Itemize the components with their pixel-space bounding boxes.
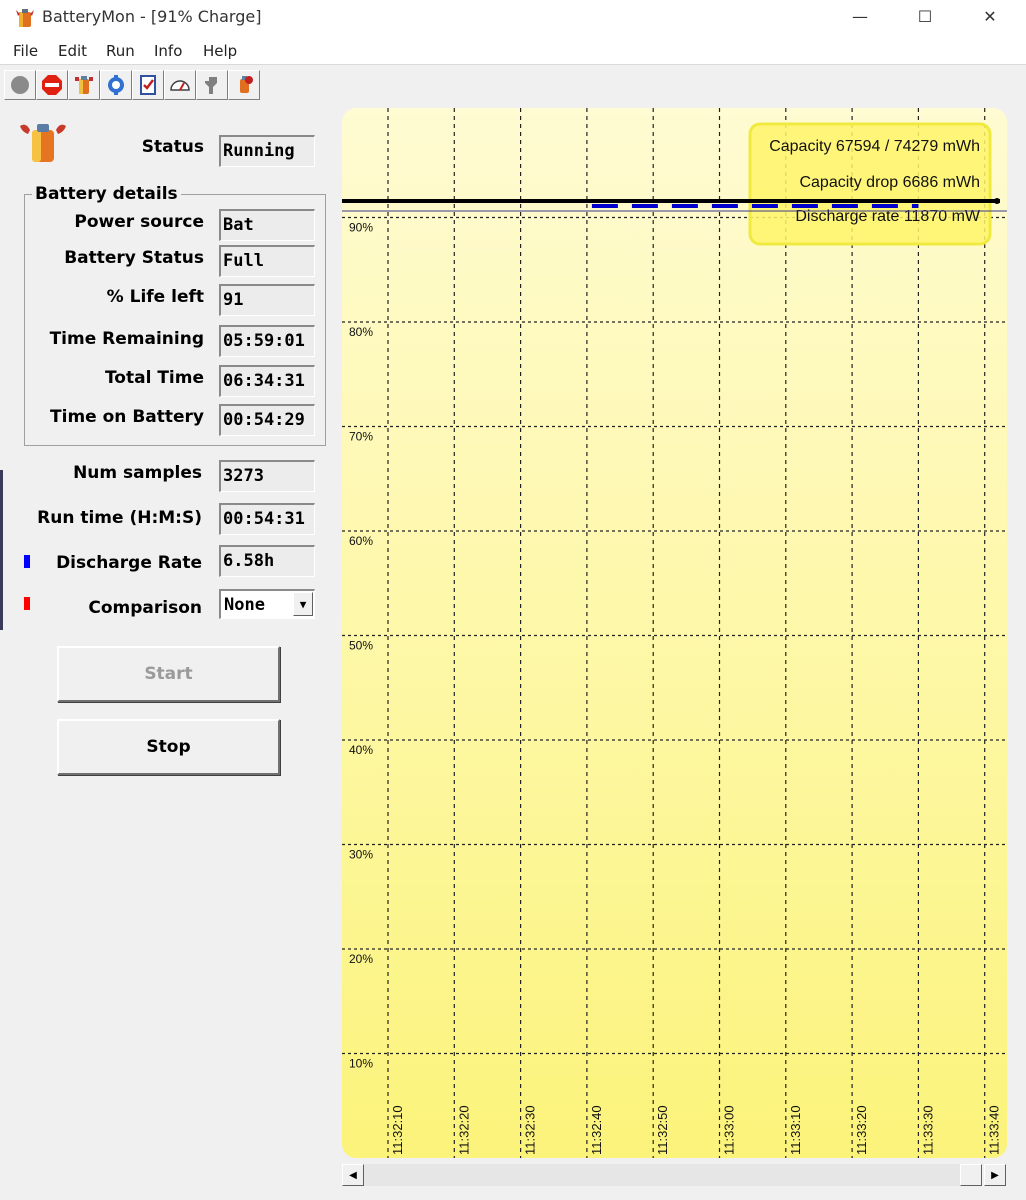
num-samples-value: 3273	[219, 460, 315, 492]
close-icon: ✕	[983, 6, 997, 26]
y-tick-label: 30%	[349, 848, 373, 862]
record-button[interactable]	[4, 70, 36, 100]
comparison-marker	[24, 597, 30, 610]
time-remaining-value: 05:59:01	[219, 325, 315, 357]
chart-annotation: Capacity 67594 / 74279 mWh	[769, 138, 980, 155]
status-label: Status	[141, 137, 204, 157]
x-tick-label: 11:32:50	[655, 1105, 670, 1155]
x-tick-label: 11:33:20	[854, 1105, 869, 1155]
battery-info-button[interactable]	[228, 70, 260, 100]
menu-edit[interactable]: Edit	[58, 42, 87, 60]
battery-button[interactable]	[68, 70, 100, 100]
num-samples-label: Num samples	[73, 463, 202, 483]
gauge-button[interactable]	[164, 70, 196, 100]
life-left-label: % Life left	[106, 287, 204, 307]
x-tick-label: 11:32:20	[456, 1105, 471, 1155]
time-on-battery-value: 00:54:29	[219, 404, 315, 436]
y-tick-label: 20%	[349, 952, 373, 966]
life-left-value: 91	[219, 284, 315, 316]
x-tick-label: 11:32:10	[390, 1105, 405, 1155]
discharge-rate-marker	[24, 555, 30, 568]
y-tick-label: 70%	[349, 430, 373, 444]
discharge-rate-value: 6.58h	[219, 545, 315, 577]
checklist-button[interactable]	[132, 70, 164, 100]
x-tick-label: 11:33:40	[987, 1105, 1002, 1155]
menu-bar: File Edit Run Info Help	[0, 36, 1026, 65]
plug-icon	[205, 77, 217, 94]
checklist-icon	[140, 75, 156, 95]
stop-toolbar-button[interactable]	[36, 70, 68, 100]
x-tick-label: 11:33:30	[920, 1105, 935, 1155]
battery-status-label: Battery Status	[64, 248, 204, 268]
y-tick-label: 40%	[349, 743, 373, 757]
scroll-left-button[interactable]: ◀	[342, 1164, 364, 1186]
chart-annotation: Capacity drop 6686 mWh	[799, 174, 980, 191]
time-remaining-label: Time Remaining	[49, 329, 204, 349]
scroll-right-button[interactable]: ▶	[984, 1164, 1006, 1186]
settings-button[interactable]	[100, 70, 132, 100]
total-time-value: 06:34:31	[219, 365, 315, 397]
total-time-label: Total Time	[104, 368, 204, 388]
gauge-icon	[170, 80, 190, 91]
comparison-select-value: None	[224, 595, 265, 615]
chart-canvas: 90% 80% 70% 60% 50% 40% 30% 20% 10% 11:32:10 11:32…	[342, 108, 1007, 1158]
start-button[interactable]: Start	[57, 646, 280, 702]
time-on-battery-label: Time on Battery	[50, 407, 204, 427]
battery-status-value: Full	[219, 245, 315, 277]
arrow-left-icon: ◀	[349, 1169, 357, 1181]
y-tick-label: 90%	[349, 221, 373, 235]
app-battery-icon	[16, 9, 34, 27]
title-bar: BatteryMon - [91% Charge] — ☐ ✕	[0, 0, 1026, 36]
y-tick-label: 50%	[349, 639, 373, 653]
power-source-value: Bat	[219, 209, 315, 241]
run-time-label: Run time (H:M:S)	[37, 508, 202, 528]
y-tick-label: 80%	[349, 325, 373, 339]
close-button[interactable]: ✕	[960, 0, 1020, 32]
battery-logo-icon	[20, 124, 66, 162]
y-tick-label: 60%	[349, 534, 373, 548]
power-source-label: Power source	[74, 212, 204, 232]
scroll-track[interactable]	[364, 1164, 964, 1186]
battery-icon	[75, 76, 93, 94]
plug-button[interactable]	[196, 70, 228, 100]
battery-chart: 90% 80% 70% 60% 50% 40% 30% 20% 10% 11:32:10 11:32…	[342, 108, 1007, 1158]
settings-icon	[108, 75, 124, 95]
menu-help[interactable]: Help	[203, 42, 237, 60]
comparison-label: Comparison	[88, 598, 202, 618]
y-tick-label: 10%	[349, 1057, 373, 1071]
run-time-value: 00:54:31	[219, 503, 315, 535]
maximize-icon: ☐	[917, 6, 933, 26]
menu-run[interactable]: Run	[106, 42, 135, 60]
record-icon	[11, 76, 29, 94]
chevron-down-icon[interactable]: ▼	[293, 592, 313, 616]
x-tick-label: 11:33:10	[788, 1105, 803, 1155]
maximize-button[interactable]: ☐	[895, 0, 955, 32]
scroll-thumb[interactable]	[960, 1164, 982, 1186]
x-tick-label: 11:32:30	[523, 1105, 538, 1155]
series-endpoint	[994, 198, 1000, 205]
window-edge	[0, 470, 3, 630]
minimize-button[interactable]: —	[830, 0, 890, 32]
minimize-icon: —	[852, 6, 868, 26]
window-title: BatteryMon - [91% Charge]	[42, 7, 262, 26]
arrow-right-icon: ▶	[991, 1169, 999, 1181]
x-tick-label: 11:33:00	[722, 1105, 737, 1155]
status-value: Running	[219, 135, 315, 167]
battery-details-title: Battery details	[32, 184, 181, 204]
x-tick-label: 11:32:40	[589, 1105, 604, 1155]
chart-scrollbar[interactable]: ◀ ▶	[342, 1164, 1007, 1186]
menu-file[interactable]: File	[13, 42, 38, 60]
stop-icon	[42, 75, 62, 95]
toolbar	[4, 70, 260, 100]
comparison-select[interactable]: None ▼	[219, 589, 315, 619]
discharge-rate-label: Discharge Rate	[56, 553, 202, 573]
stop-button[interactable]: Stop	[57, 719, 280, 775]
menu-info[interactable]: Info	[154, 42, 182, 60]
battery-info-icon	[240, 76, 253, 93]
